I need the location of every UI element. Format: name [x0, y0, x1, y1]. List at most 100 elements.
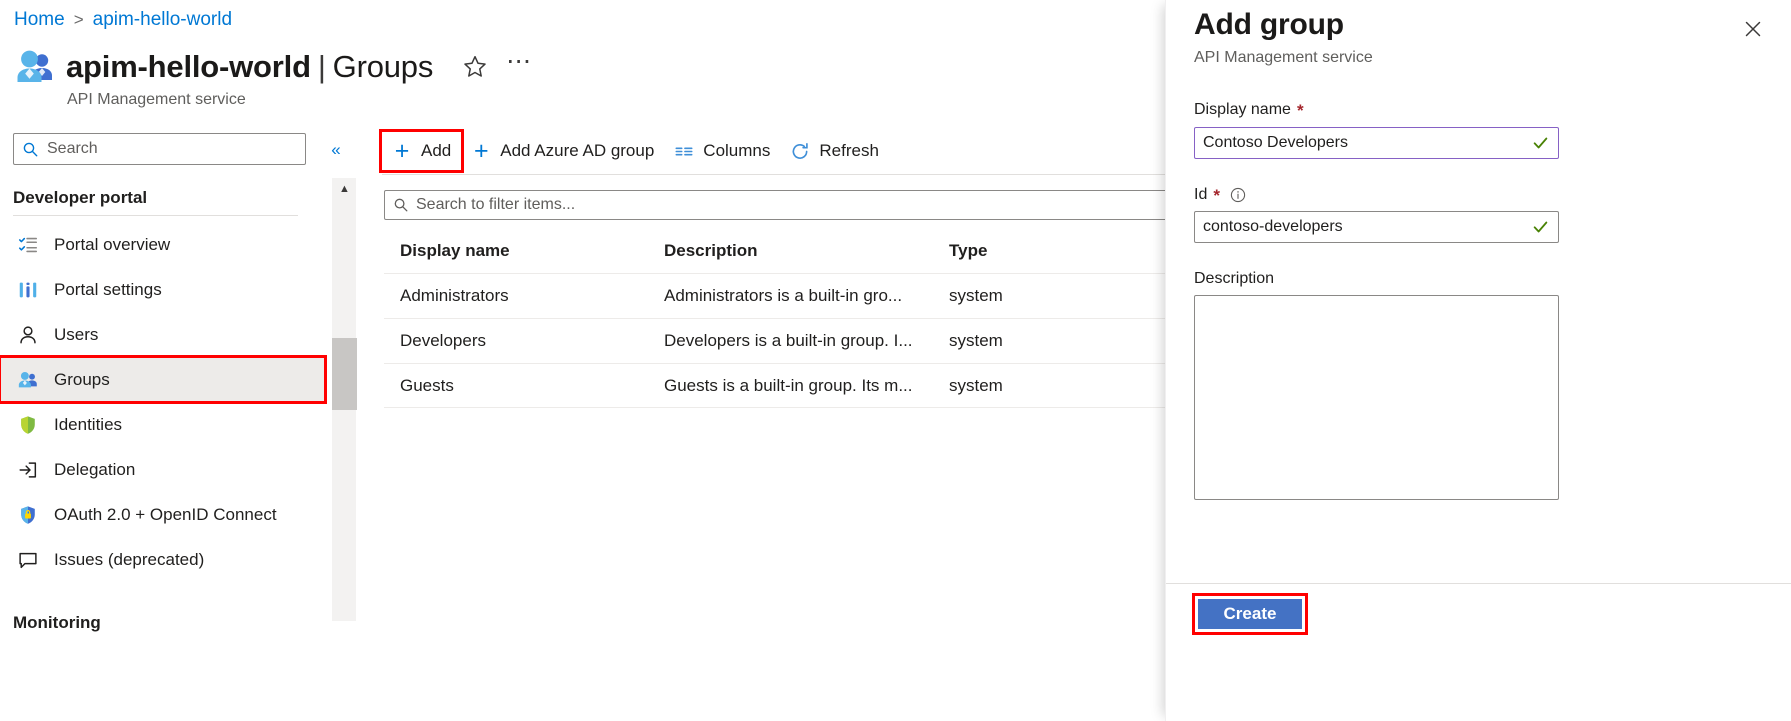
sidebar-item-groups[interactable]: Groups — [0, 357, 325, 402]
command-bar: + Add + Add Azure AD group Columns Refre… — [382, 128, 1172, 174]
comment-icon — [16, 548, 40, 572]
sidebar-scrollbar[interactable]: ▲ — [331, 178, 356, 621]
display-name-label-text: Display name — [1194, 101, 1291, 119]
sign-in-icon — [16, 458, 40, 482]
create-button-highlight: Create — [1194, 595, 1306, 633]
sidebar-item-label: Portal overview — [54, 235, 170, 255]
sidebar-item-label: Portal settings — [54, 280, 162, 300]
checklist-icon — [16, 233, 40, 257]
add-button[interactable]: + Add — [382, 132, 461, 170]
ellipsis-icon[interactable]: ⋯ — [506, 56, 533, 78]
required-marker: * — [1213, 187, 1220, 204]
cell-type: system — [949, 376, 1149, 396]
close-icon[interactable] — [1738, 14, 1768, 44]
cell-display-name[interactable]: Administrators — [384, 286, 664, 306]
sidebar-item-label: OAuth 2.0 + OpenID Connect — [54, 505, 277, 525]
sidebar-item-delegation[interactable]: Delegation — [0, 447, 330, 492]
search-input[interactable]: Search — [13, 133, 306, 165]
table-header-row: Display name Description Type — [384, 228, 1170, 273]
azure-portal-page: Home > apim-hello-world apim-hello-world… — [0, 0, 1791, 721]
search-icon — [393, 197, 409, 213]
columns-button[interactable]: Columns — [664, 132, 780, 170]
description-label-text: Description — [1194, 270, 1274, 288]
sidebar-item-label: Users — [54, 325, 98, 345]
info-icon[interactable] — [1230, 187, 1246, 203]
command-bar-divider — [382, 174, 1172, 175]
page-title-section: Groups — [333, 49, 433, 84]
table-row[interactable]: Guests Guests is a built-in group. Its m… — [384, 363, 1170, 408]
table-row[interactable]: Developers Developers is a built-in grou… — [384, 318, 1170, 363]
cell-description: Administrators is a built-in gro... — [664, 286, 949, 306]
valid-check-icon — [1532, 135, 1549, 152]
panel-title: Add group — [1194, 8, 1344, 42]
display-name-value: Contoso Developers — [1203, 134, 1348, 152]
panel-footer-divider — [1166, 583, 1791, 584]
sidebar-item-identities[interactable]: Identities — [0, 402, 330, 447]
scroll-up-arrow-icon[interactable]: ▲ — [332, 178, 357, 200]
sidebar-item-issues[interactable]: Issues (deprecated) — [0, 537, 330, 582]
search-icon — [22, 141, 39, 158]
id-label-text: Id — [1194, 186, 1207, 204]
cell-display-name[interactable]: Guests — [384, 376, 664, 396]
cell-type: system — [949, 286, 1149, 306]
sidebar-item-oauth[interactable]: OAuth 2.0 + OpenID Connect — [0, 492, 330, 537]
column-header-description[interactable]: Description — [664, 241, 949, 261]
valid-check-icon — [1532, 219, 1549, 236]
page-subtitle: API Management service — [67, 89, 246, 111]
sidebar-item-users[interactable]: Users — [0, 312, 330, 357]
panel-subtitle: API Management service — [1194, 49, 1373, 67]
sidebar-item-label: Identities — [54, 415, 122, 435]
plus-icon: + — [471, 141, 491, 161]
sidebar: Search « Developer portal Portal overvie… — [0, 128, 330, 721]
search-placeholder: Search — [47, 140, 98, 158]
display-name-input[interactable]: Contoso Developers — [1194, 127, 1559, 159]
filter-placeholder: Search to filter items... — [416, 196, 575, 214]
sidebar-item-label: Delegation — [54, 460, 135, 480]
groups-table: Display name Description Type Administra… — [384, 228, 1170, 408]
description-label: Description — [1194, 270, 1274, 288]
nav-section-monitoring: Monitoring — [13, 613, 101, 633]
table-row[interactable]: Administrators Administrators is a built… — [384, 273, 1170, 318]
id-label: Id * — [1194, 186, 1246, 204]
sliders-icon — [16, 278, 40, 302]
breadcrumb: Home > apim-hello-world — [14, 7, 232, 33]
sidebar-item-label: Issues (deprecated) — [54, 550, 204, 570]
column-header-type[interactable]: Type — [949, 241, 1149, 261]
columns-icon — [674, 141, 694, 161]
shield-icon — [16, 413, 40, 437]
lock-shield-icon — [16, 503, 40, 527]
breadcrumb-separator-icon: > — [74, 7, 84, 33]
required-marker: * — [1297, 102, 1304, 119]
refresh-button[interactable]: Refresh — [780, 132, 889, 170]
cell-display-name[interactable]: Developers — [384, 331, 664, 351]
breadcrumb-home-link[interactable]: Home — [14, 7, 65, 33]
sidebar-item-label: Groups — [54, 370, 110, 390]
cell-description: Guests is a built-in group. Its m... — [664, 376, 949, 396]
add-group-panel: Add group API Management service Display… — [1165, 0, 1791, 721]
group-icon — [16, 368, 40, 392]
scrollbar-thumb[interactable] — [332, 338, 357, 410]
page-title-separator: | — [318, 49, 326, 84]
page-title: apim-hello-world|Groups — [66, 48, 433, 86]
add-azure-ad-group-label: Add Azure AD group — [500, 141, 654, 161]
refresh-icon — [790, 141, 810, 161]
api-management-groups-icon — [12, 44, 58, 90]
add-azure-ad-group-button[interactable]: + Add Azure AD group — [461, 132, 664, 170]
plus-icon: + — [392, 141, 412, 161]
sidebar-item-portal-settings[interactable]: Portal settings — [0, 267, 330, 312]
page-title-resource: apim-hello-world — [66, 49, 311, 84]
breadcrumb-current-link[interactable]: apim-hello-world — [93, 7, 232, 33]
collapse-sidebar-button[interactable]: « — [324, 138, 348, 162]
column-header-display-name[interactable]: Display name — [384, 241, 664, 261]
refresh-button-label: Refresh — [819, 141, 879, 161]
columns-button-label: Columns — [703, 141, 770, 161]
create-button[interactable]: Create — [1198, 599, 1302, 629]
cell-description: Developers is a built-in group. I... — [664, 331, 949, 351]
description-textarea[interactable] — [1194, 295, 1559, 500]
person-icon — [16, 323, 40, 347]
page-header: apim-hello-world|Groups ⋯ — [12, 44, 533, 90]
id-input[interactable]: contoso-developers — [1194, 211, 1559, 243]
sidebar-item-portal-overview[interactable]: Portal overview — [0, 222, 330, 267]
star-icon[interactable] — [461, 53, 489, 81]
display-name-label: Display name * — [1194, 101, 1304, 119]
